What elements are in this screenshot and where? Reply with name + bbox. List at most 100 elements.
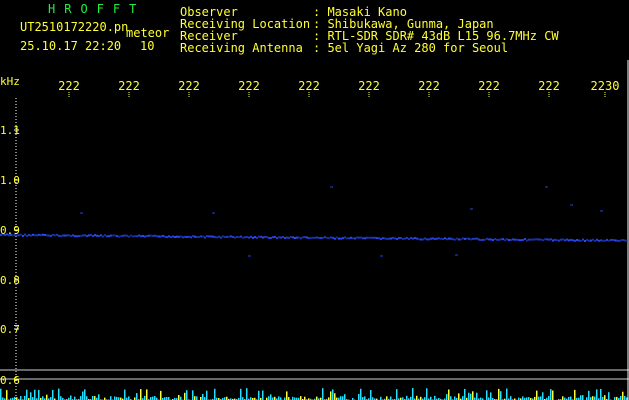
freq-unit-label: kHz xyxy=(0,75,20,88)
time-label: 222 xyxy=(118,79,140,93)
noise-bar xyxy=(364,396,366,400)
trace-dot xyxy=(220,236,222,239)
trace-dot xyxy=(540,238,542,241)
trace-dot xyxy=(134,235,136,238)
trace-dot xyxy=(568,239,570,242)
trace-dot xyxy=(450,237,452,240)
trace-dot xyxy=(84,234,86,237)
trace-dot xyxy=(226,235,228,238)
trace-dot xyxy=(48,234,50,237)
trace-dot xyxy=(392,236,394,239)
trace-dot xyxy=(396,238,398,240)
trace-dot xyxy=(246,236,248,238)
trace-dot xyxy=(114,234,116,237)
trace-dot xyxy=(580,239,582,242)
trace-dot xyxy=(88,234,90,237)
trace-dot xyxy=(328,237,330,240)
trace-dot xyxy=(550,238,552,241)
noise-bar xyxy=(416,395,418,400)
noise-floor xyxy=(0,388,628,400)
trace-dot xyxy=(266,236,268,239)
trace-dot xyxy=(602,239,604,242)
category-label: meteor xyxy=(126,26,170,40)
trace-dot xyxy=(558,239,560,242)
trace-dot xyxy=(282,236,284,238)
trace-dot xyxy=(234,236,236,239)
trace-dot xyxy=(446,238,448,241)
trace-dot xyxy=(386,237,388,240)
noise-bar xyxy=(152,396,154,400)
trace-dot xyxy=(586,238,588,241)
trace-dot xyxy=(186,236,188,238)
trace-dot xyxy=(470,238,472,241)
noise-bar xyxy=(24,395,26,400)
trace-dot xyxy=(490,238,492,241)
trace-dot xyxy=(354,237,356,240)
trace-dot xyxy=(516,238,518,241)
trace-dot xyxy=(598,239,600,242)
trace-dot xyxy=(414,237,416,239)
trace-dot xyxy=(176,235,178,238)
trace-dot xyxy=(144,235,146,238)
noise-bar xyxy=(202,393,204,400)
trace-dot xyxy=(460,238,462,241)
trace-dot xyxy=(300,237,302,240)
noise-bar xyxy=(406,395,408,400)
noise-bar xyxy=(146,389,148,400)
trace-dot xyxy=(422,238,424,241)
trace-dot xyxy=(78,235,80,238)
trace-dot xyxy=(348,237,350,240)
trace-dot xyxy=(172,235,174,238)
noise-bar xyxy=(30,392,32,400)
trace-dot xyxy=(590,239,592,242)
noise-bar xyxy=(498,388,500,400)
trace-dot xyxy=(222,235,224,238)
noise-bar xyxy=(594,396,596,400)
trace-dot xyxy=(544,238,546,241)
trace-dot xyxy=(138,234,140,237)
noise-bar xyxy=(500,391,502,400)
trace-dot xyxy=(258,235,260,238)
trace-dot xyxy=(390,237,392,240)
trace-dot xyxy=(366,236,368,239)
trace-dot xyxy=(458,238,460,241)
trace-dot xyxy=(474,237,476,240)
trace-dot xyxy=(614,239,616,242)
trace-dot xyxy=(290,236,292,238)
noise-bar xyxy=(34,389,36,400)
trace-dot xyxy=(122,234,124,237)
trace-dot xyxy=(120,235,122,238)
trace-dot xyxy=(600,239,602,242)
noise-bar xyxy=(472,391,474,400)
trace-dot xyxy=(408,238,410,240)
trace-dot xyxy=(462,237,464,240)
trace-dot xyxy=(374,236,376,239)
time-label: 222 xyxy=(538,79,560,93)
trace-dot xyxy=(236,236,238,238)
trace-dot xyxy=(320,237,322,239)
trace-dot xyxy=(52,233,54,236)
noise-bar xyxy=(240,388,242,400)
trace-dot xyxy=(332,236,334,239)
trace-dot xyxy=(604,239,606,242)
noise-bar xyxy=(128,396,130,400)
trace-dot xyxy=(624,239,626,242)
noise-bar xyxy=(624,396,626,400)
noise-bar xyxy=(42,396,44,400)
trace-dot xyxy=(362,237,364,240)
trace-dot xyxy=(298,236,300,239)
trace-dot xyxy=(476,237,478,240)
trace-dot xyxy=(168,235,170,238)
trace-dot xyxy=(444,237,446,240)
noise-bar xyxy=(286,391,288,400)
freq-label: 0.8 xyxy=(0,274,20,287)
trace-dot xyxy=(124,234,126,237)
trace-dot xyxy=(142,235,144,237)
trace-dot xyxy=(62,234,64,237)
noise-bar xyxy=(548,396,550,400)
trace-dot xyxy=(208,235,210,238)
freq-label: 1.0 xyxy=(0,174,20,187)
noise-bar xyxy=(390,396,392,400)
trace-dot xyxy=(248,236,250,239)
trace-dot xyxy=(182,236,184,239)
